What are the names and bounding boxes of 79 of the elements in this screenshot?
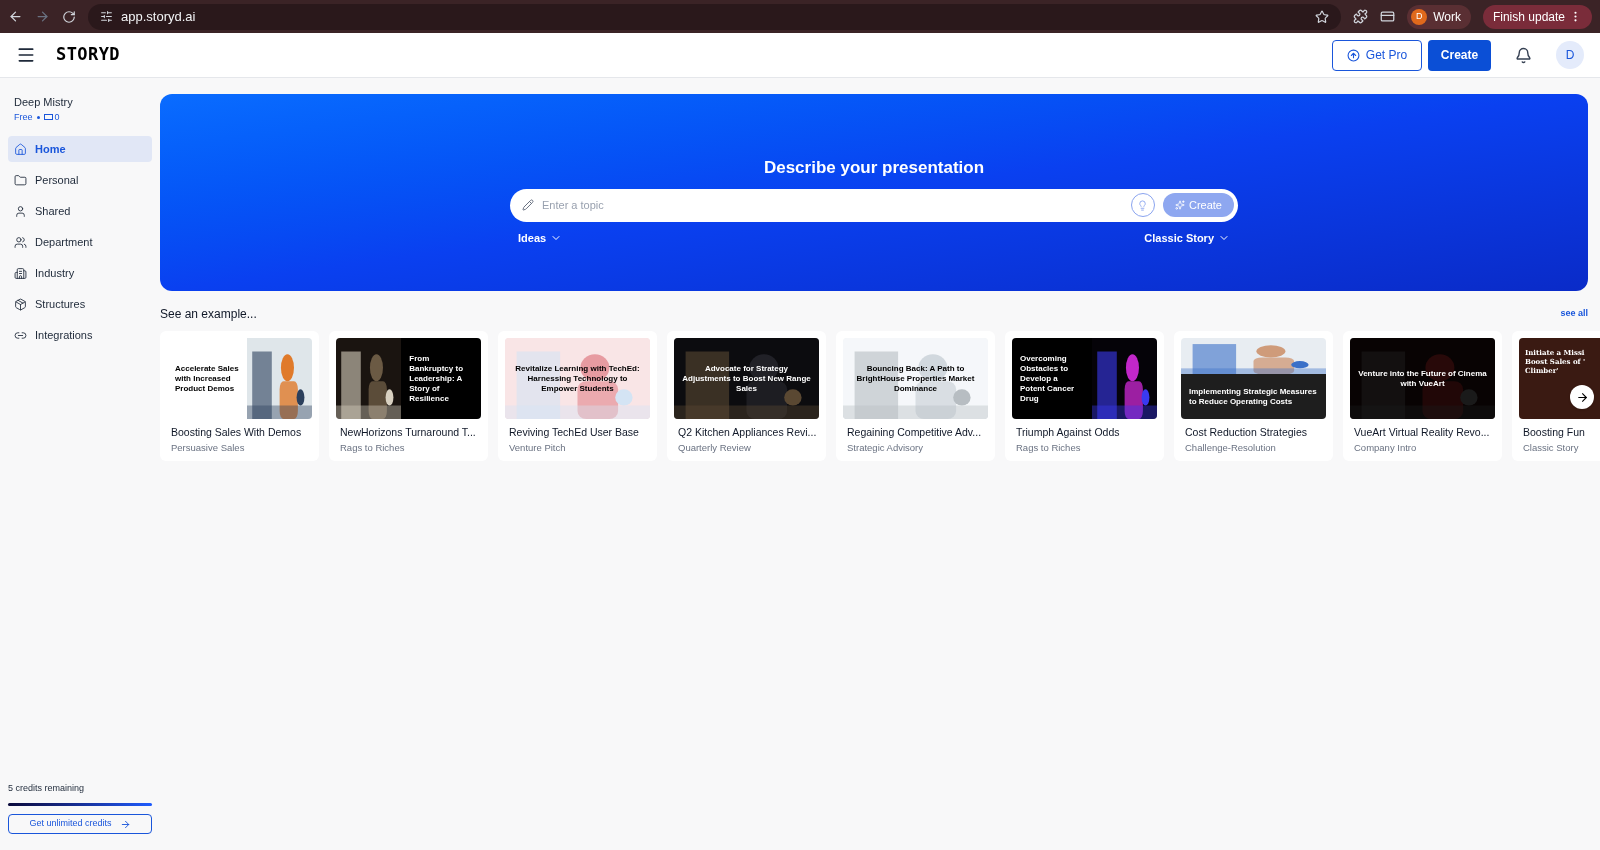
ideas-dropdown[interactable]: Ideas (518, 229, 563, 246)
example-card[interactable]: Implementing Strategic Measures to Reduce Operating Costs Cost Reduction Strategies Challenge-Resolution (1174, 331, 1333, 461)
slide-title: Overcoming Obstacles to Develop a Potent Cancer Drug (1020, 353, 1076, 404)
building-icon (14, 266, 27, 280)
unlimited-credits-button[interactable]: Get unlimited credits (8, 814, 152, 834)
card-type: Classic Story (1522, 440, 1580, 455)
sparkles-icon (1174, 200, 1185, 210)
card-name: Cost Reduction Strategies (1184, 425, 1308, 440)
example-card[interactable]: Venture into the Future of Cinema with VueArt VueArt Virtual Reality Revo... Company Intro (1343, 331, 1502, 461)
nav-item[interactable]: Home (8, 136, 152, 162)
example-card[interactable]: Overcoming Obstacles to Develop a Potent Cancer Drug Triumph Against Odds Rags to Riches (1005, 331, 1164, 461)
example-card[interactable]: From Bankruptcy to Leadership: A Story of Resilience NewHorizons Turnaround T... Rags to Riches (329, 331, 488, 461)
people-icon (14, 235, 27, 249)
reload-icon[interactable] (62, 9, 76, 24)
card-name: Regaining Competitive Adv... (846, 425, 983, 440)
forward-icon[interactable] (35, 9, 50, 24)
arrow-right-icon (1575, 390, 1589, 404)
slide-title: Accelerate Sales with Increased Product Demos (175, 363, 239, 394)
card-name: Q2 Kitchen Appliances Revi... (677, 425, 818, 440)
card-name: NewHorizons Turnaround T... (339, 425, 477, 440)
example-card[interactable]: Revitalize Learning with TechEd: Harnessing Technology to Empower Students Reviving TechEd User Base Venture Pitch (498, 331, 657, 461)
slide-title: Venture into the Future of Cinema with VueArt (1358, 368, 1487, 389)
slide-title: From Bankruptcy to Leadership: A Story of Resilience (409, 353, 465, 404)
slide-title: Bouncing Back: A Path to BrightHouse Properties Market Dominance (855, 363, 976, 394)
example-card[interactable]: Accelerate Sales with Increased Product Demos Boosting Sales With Demos Persuasive Sales (160, 331, 319, 461)
bookmark-icon[interactable] (1315, 9, 1330, 24)
address-bar[interactable]: app.storyd.ai (88, 3, 1342, 30)
nav-item[interactable]: Industry (8, 260, 152, 286)
section-title: See an example... (160, 306, 257, 323)
pencil-icon (522, 199, 534, 211)
card-name: Boosting Fun (1522, 425, 1586, 440)
arrow-right-icon (119, 818, 131, 830)
nav-item[interactable]: Shared (8, 198, 152, 224)
card-name: Boosting Sales With Demos (170, 425, 303, 440)
card-name: VueArt Virtual Reality Revo... (1353, 425, 1491, 440)
hero-title: Describe your presentation (763, 157, 985, 179)
extensions-icon[interactable] (1353, 9, 1369, 24)
get-pro-button[interactable]: Get Pro (1332, 39, 1422, 71)
example-card[interactable]: Bouncing Back: A Path to BrightHouse Properties Market Dominance Regaining Competitive Adv... Strategic Advisory (836, 331, 995, 461)
menu-icon[interactable] (16, 45, 36, 65)
slide-title: Advocate for Strategy Adjustments to Boost New Range Sales (682, 363, 811, 394)
card-type: Rags to Riches (1015, 440, 1082, 455)
example-card[interactable]: Advocate for Strategy Adjustments to Boost New Range Sales Q2 Kitchen Appliances Revi... Quarterly Review (667, 331, 826, 461)
card-type: Strategic Advisory (846, 440, 925, 455)
profile-avatar: D (1411, 8, 1428, 25)
see-all-link[interactable]: see all (1560, 307, 1588, 321)
person-icon (14, 204, 27, 218)
user-avatar[interactable]: D (1556, 41, 1584, 69)
notifications-icon[interactable] (1515, 46, 1532, 64)
structure-dropdown[interactable]: Classic Story (1144, 229, 1230, 246)
card-name: Triumph Against Odds (1015, 425, 1121, 440)
upgrade-icon (1346, 48, 1360, 62)
logo: STORYD (56, 43, 120, 67)
nav-item[interactable]: Department (8, 229, 152, 255)
slide-title: Implementing Strategic Measures to Reduce Operating Costs (1189, 386, 1318, 407)
folder-icon (14, 173, 27, 187)
profile-button[interactable]: D Work (1407, 4, 1471, 29)
back-icon[interactable] (8, 9, 23, 24)
slide-title: Revitalize Learning with TechEd: Harnessing Technology to Empower Students (514, 363, 641, 394)
card-type: Rags to Riches (339, 440, 406, 455)
card-type: Quarterly Review (677, 440, 752, 455)
slides-icon (43, 114, 53, 121)
card-type: Challenge-Resolution (1184, 440, 1277, 455)
card-type: Venture Pitch (508, 440, 567, 455)
slides-count: 0 (43, 110, 60, 124)
plan-label: Free (14, 110, 33, 124)
site-info-icon[interactable] (100, 10, 113, 23)
home-icon (14, 142, 27, 156)
card-name: Reviving TechEd User Base (508, 425, 640, 440)
card-type: Company Intro (1353, 440, 1418, 455)
user-name: Deep Mistry (13, 95, 74, 110)
nav-item[interactable]: Personal (8, 167, 152, 193)
credits-label: 5 credits remaining (8, 781, 86, 795)
card-type: Persuasive Sales (170, 440, 246, 455)
create-button[interactable]: Create (1428, 39, 1491, 71)
nav-item[interactable]: Integrations (8, 322, 152, 348)
box-icon (14, 297, 27, 311)
update-button[interactable]: Finish update (1482, 4, 1592, 29)
nav-item[interactable]: Structures (8, 291, 152, 317)
